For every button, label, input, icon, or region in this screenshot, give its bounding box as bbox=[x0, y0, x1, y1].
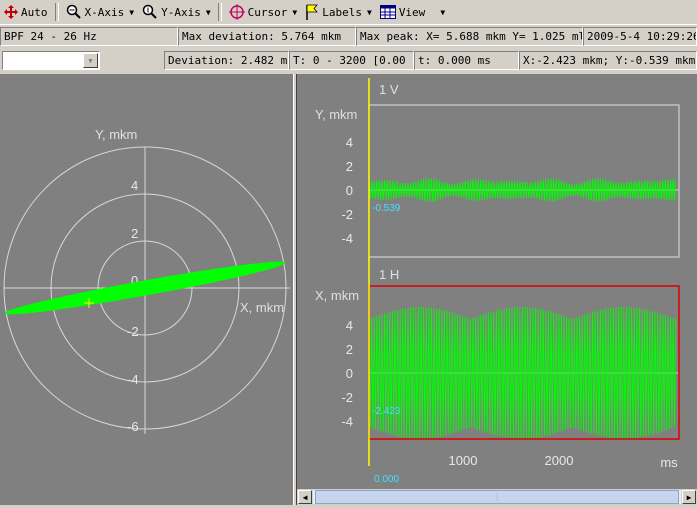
x-axis-dropdown-icon[interactable]: ▼ bbox=[129, 8, 134, 17]
filter-label: BPF 24 - 26 Hz bbox=[0, 27, 178, 46]
auto-button[interactable]: Auto bbox=[0, 1, 52, 23]
crosshair-icon bbox=[228, 4, 245, 20]
scroll-right-icon[interactable]: ▶ bbox=[682, 490, 696, 504]
waveform-panel[interactable]: 1 V Y, mkm 4 2 0 -2 -4 -0.539 1 H X, mkm… bbox=[297, 74, 697, 489]
flag-icon bbox=[306, 4, 319, 20]
cursor-time-value: 0.000 bbox=[374, 474, 399, 485]
labels-label: Labels bbox=[322, 5, 362, 19]
y-axis-button[interactable]: Y-Axis ▼ bbox=[138, 1, 215, 23]
y-axis-label: Y-Axis bbox=[161, 5, 201, 19]
view-dropdown-icon[interactable]: ▼ bbox=[440, 8, 445, 17]
orbit-tick-2: 2 bbox=[131, 226, 138, 241]
scroll-thumb[interactable]: ⋮ bbox=[315, 490, 679, 504]
combo-dropdown-icon[interactable]: ▼ bbox=[83, 53, 98, 68]
orbit-tick-minus-2: -2 bbox=[127, 324, 139, 339]
top-tick-minus-4: -4 bbox=[341, 231, 353, 246]
toolbar: Auto X-Axis ▼ Y-Axis ▼ Cursor ▼ Labels ▼… bbox=[0, 0, 697, 25]
horizontal-scrollbar[interactable]: ◀ ⋮ ▶ bbox=[297, 489, 697, 505]
bottom-tick-minus-4: -4 bbox=[341, 414, 353, 429]
top-y-axis-label: Y, mkm bbox=[315, 107, 357, 122]
xy-value-label: X:-2.423 mkm; Y:-0.539 mkm bbox=[519, 51, 697, 70]
top-tick-0: 0 bbox=[346, 183, 353, 198]
scroll-track[interactable]: ⋮ bbox=[313, 490, 681, 504]
orbit-tick-minus-6: -6 bbox=[127, 419, 139, 434]
y-axis-dropdown-icon[interactable]: ▼ bbox=[206, 8, 211, 17]
waveform-svg: 1 V Y, mkm 4 2 0 -2 -4 -0.539 1 H X, mkm… bbox=[315, 78, 680, 485]
toolbar-separator bbox=[54, 3, 59, 21]
cursor-dropdown-icon[interactable]: ▼ bbox=[292, 8, 297, 17]
channel-combo[interactable]: ▼ bbox=[2, 51, 100, 70]
labels-button[interactable]: Labels ▼ bbox=[301, 1, 376, 23]
table-view-icon bbox=[379, 5, 396, 19]
zoom-y-icon bbox=[142, 4, 157, 19]
zoom-x-icon bbox=[66, 4, 81, 19]
max-deviation-label: Max deviation: 5.764 mkm bbox=[178, 27, 356, 46]
x-tick-1000: 1000 bbox=[449, 453, 478, 468]
bottom-tick-0: 0 bbox=[346, 366, 353, 381]
bottom-y-axis-label: X, mkm bbox=[315, 288, 359, 303]
info-row-2: ▼ Deviation: 2.482 mk T: 0 - 3200 [0.00 … bbox=[0, 50, 697, 72]
view-label: View bbox=[398, 5, 426, 19]
toolbar-separator bbox=[217, 3, 222, 21]
max-peak-label: Max peak: X= 5.688 mkm Y= 1.025 ml bbox=[356, 27, 583, 46]
top-tick-4: 4 bbox=[346, 135, 353, 150]
cursor-button[interactable]: Cursor ▼ bbox=[225, 1, 302, 23]
x-axis-label: X-Axis bbox=[84, 5, 125, 19]
orbit-svg: Y, mkm X, mkm 4 2 0 -2 -4 -6 bbox=[3, 127, 290, 434]
orbit-y-axis-label: Y, mkm bbox=[95, 127, 137, 142]
bottom-tick-2: 2 bbox=[346, 342, 353, 357]
datetime-label: 2009-5-4 10:29:26 bbox=[583, 27, 697, 46]
orbit-plot[interactable]: Y, mkm X, mkm 4 2 0 -2 -4 -6 bbox=[0, 74, 293, 505]
top-channel-label: 1 V bbox=[379, 82, 399, 97]
move-arrows-icon bbox=[4, 5, 18, 19]
time-range-label: T: 0 - 3200 [0.00 - bbox=[289, 51, 414, 70]
top-tick-minus-2: -2 bbox=[341, 207, 353, 222]
bottom-cursor-value: -2.423 bbox=[372, 406, 401, 417]
auto-label: Auto bbox=[21, 5, 48, 19]
info-row-1: BPF 24 - 26 Hz Max deviation: 5.764 mkm … bbox=[0, 26, 697, 48]
labels-dropdown-icon[interactable]: ▼ bbox=[367, 8, 372, 17]
top-tick-2: 2 bbox=[346, 159, 353, 174]
scroll-left-icon[interactable]: ◀ bbox=[298, 490, 312, 504]
cursor-label: Cursor bbox=[247, 5, 288, 19]
bottom-tick-minus-2: -2 bbox=[341, 390, 353, 405]
orbit-tick-4: 4 bbox=[131, 178, 138, 193]
x-unit-label: ms bbox=[660, 455, 678, 470]
top-chart-frame bbox=[368, 104, 680, 258]
x-axis-button[interactable]: X-Axis ▼ bbox=[62, 1, 139, 23]
deviation-label: Deviation: 2.482 mk bbox=[164, 51, 289, 70]
bottom-channel-label: 1 H bbox=[379, 267, 399, 282]
orbit-x-axis-label: X, mkm bbox=[240, 300, 284, 315]
orbit-tick-minus-4: -4 bbox=[127, 372, 139, 387]
view-button[interactable]: View ▼ bbox=[376, 1, 449, 23]
t-value-label: t: 0.000 ms bbox=[414, 51, 519, 70]
bottom-tick-4: 4 bbox=[346, 318, 353, 333]
x-tick-2000: 2000 bbox=[545, 453, 574, 468]
top-cursor-value: -0.539 bbox=[372, 203, 401, 214]
